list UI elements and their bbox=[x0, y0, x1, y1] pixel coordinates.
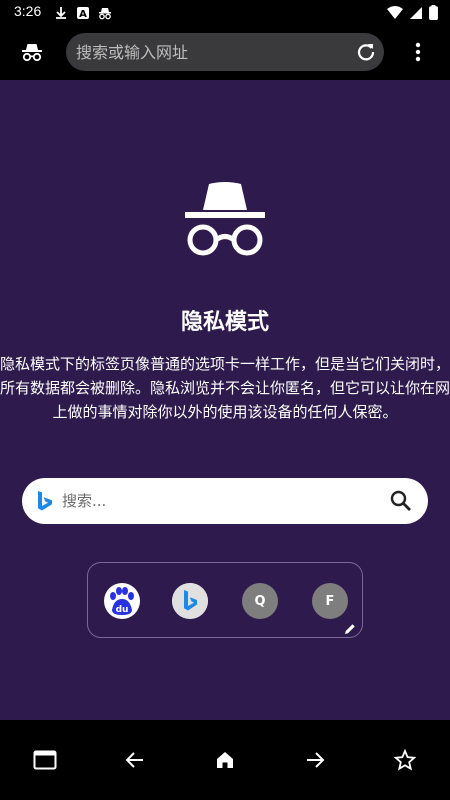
status-left-icons: A bbox=[54, 5, 112, 20]
edit-icon[interactable] bbox=[344, 620, 356, 634]
page-title: 隐私模式 bbox=[180, 310, 269, 335]
baidu-label: du bbox=[116, 605, 129, 615]
more-vert-icon[interactable] bbox=[406, 40, 430, 64]
tabs-icon[interactable] bbox=[33, 748, 57, 772]
url-bar[interactable] bbox=[66, 33, 384, 71]
browser-toolbar bbox=[0, 24, 450, 80]
shortcut-baidu[interactable]: du bbox=[104, 583, 140, 619]
status-time: 3:26 bbox=[14, 3, 42, 19]
bing-icon bbox=[172, 583, 208, 619]
status-right-icons bbox=[387, 5, 438, 24]
signal-icon bbox=[409, 5, 423, 24]
shortcut-f[interactable]: F bbox=[312, 583, 348, 619]
back-icon[interactable] bbox=[123, 748, 147, 772]
bookmark-icon[interactable] bbox=[393, 748, 417, 772]
search-box[interactable] bbox=[22, 478, 428, 524]
svg-text:A: A bbox=[79, 9, 87, 20]
wifi-icon bbox=[387, 5, 403, 24]
download-icon bbox=[54, 5, 68, 19]
home-icon[interactable] bbox=[213, 748, 237, 772]
search-input[interactable] bbox=[62, 478, 362, 524]
letter-q-icon: Q bbox=[254, 593, 266, 609]
url-input[interactable] bbox=[76, 33, 346, 71]
incognito-hero-icon bbox=[183, 180, 267, 264]
incognito-icon[interactable] bbox=[16, 36, 48, 68]
incognito-page: 隐私模式 隐私模式下的标签页像普通的选项卡一样工作，但是当它们关闭时，所有数据都… bbox=[0, 80, 450, 720]
shortcuts-panel: du Q F bbox=[87, 562, 363, 638]
search-icon[interactable] bbox=[390, 490, 412, 512]
status-bar: 3:26 A bbox=[0, 0, 450, 24]
refresh-icon[interactable] bbox=[356, 42, 376, 62]
shortcut-bing[interactable] bbox=[172, 583, 208, 619]
baidu-icon: du bbox=[104, 583, 140, 619]
incognito-small-icon bbox=[98, 5, 112, 20]
battery-icon bbox=[429, 5, 438, 24]
shortcut-q[interactable]: Q bbox=[242, 583, 278, 619]
bottom-navigation bbox=[0, 720, 450, 800]
page-description: 隐私模式下的标签页像普通的选项卡一样工作，但是当它们关闭时，所有数据都会被删除。… bbox=[0, 355, 450, 421]
letter-f-icon: F bbox=[325, 593, 335, 609]
notification-a-icon: A bbox=[76, 5, 90, 20]
forward-icon[interactable] bbox=[303, 748, 327, 772]
bing-icon bbox=[36, 490, 54, 512]
